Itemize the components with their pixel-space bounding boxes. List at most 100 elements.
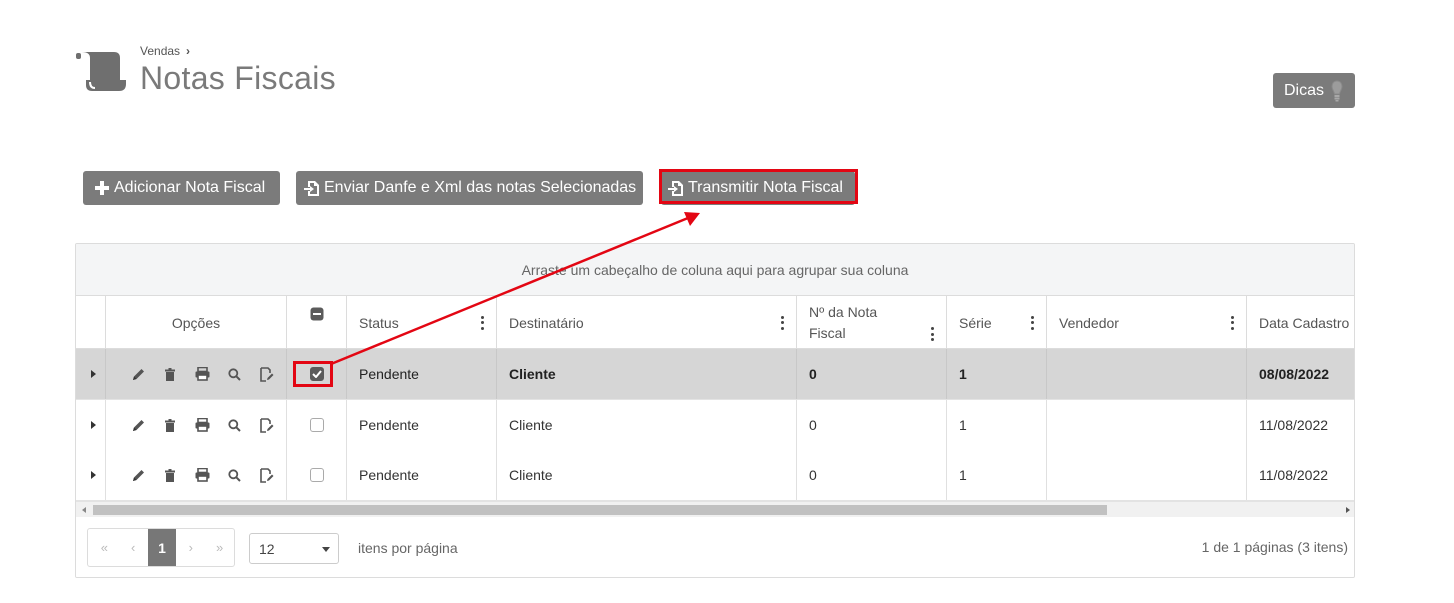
edit-document-icon[interactable]: [250, 467, 282, 483]
invoice-grid: Arraste um cabeçalho de coluna aqui para…: [75, 243, 1355, 578]
invoice-number-cell: 0: [797, 349, 947, 399]
column-menu-icon[interactable]: [930, 327, 934, 341]
header-invoice-number-line2: Fiscal: [809, 324, 846, 341]
edit-document-icon[interactable]: [250, 417, 282, 433]
page-size-select[interactable]: 12: [249, 533, 339, 564]
expand-icon[interactable]: [91, 421, 96, 429]
breadcrumb-separator: ›: [186, 44, 191, 58]
header-invoice-number[interactable]: Nº da Nota Fiscal: [797, 296, 947, 349]
header-recipient-label: Destinatário: [509, 314, 584, 331]
row-expand-cell[interactable]: [76, 450, 106, 500]
series-cell: 1: [947, 400, 1047, 450]
edit-document-icon[interactable]: [250, 366, 282, 382]
header-created-label: Data Cadastro: [1259, 314, 1350, 331]
row-checkbox[interactable]: [309, 418, 324, 432]
header-series[interactable]: Série: [947, 296, 1047, 349]
row-select-cell[interactable]: [287, 450, 347, 500]
created-cell: 08/08/2022: [1259, 366, 1330, 382]
print-icon[interactable]: [186, 367, 218, 381]
add-invoice-button[interactable]: Adicionar Nota Fiscal: [83, 171, 280, 205]
breadcrumb-item-vendas[interactable]: Vendas: [140, 44, 180, 58]
select-all-checkbox[interactable]: [310, 307, 324, 321]
status-cell: Pendente: [347, 349, 497, 399]
search-icon[interactable]: [218, 468, 250, 482]
column-menu-icon[interactable]: [480, 315, 484, 330]
header-status[interactable]: Status: [347, 296, 497, 349]
previous-page-button[interactable]: ‹: [119, 529, 148, 566]
expand-icon[interactable]: [91, 370, 96, 378]
recipient-cell: Cliente: [497, 349, 797, 399]
seller-cell: [1047, 400, 1247, 450]
header-select-all[interactable]: [287, 296, 347, 349]
header-created[interactable]: Data Cadastro: [1247, 296, 1354, 349]
trash-icon[interactable]: [154, 468, 186, 482]
add-invoice-label: Adicionar Nota Fiscal: [114, 179, 266, 196]
column-menu-icon[interactable]: [1030, 315, 1034, 330]
row-options-cell: [106, 400, 287, 450]
page-number-button[interactable]: 1: [147, 529, 177, 566]
scroll-icon: [76, 52, 126, 91]
page-title: Notas Fiscais: [140, 60, 336, 96]
grid-header: Opções Status Destinatário Nº da Nota Fi…: [76, 296, 1354, 349]
column-menu-icon[interactable]: [780, 315, 784, 330]
status-cell: Pendente: [347, 400, 497, 450]
row-expand-cell[interactable]: [76, 349, 106, 399]
scroll-right-icon[interactable]: [1346, 507, 1350, 513]
last-page-button[interactable]: »: [205, 529, 234, 566]
pencil-icon[interactable]: [122, 418, 154, 433]
header-seller-label: Vendedor: [1059, 314, 1119, 331]
table-row[interactable]: Pendente Cliente 0 1 11/08/2022: [76, 400, 1354, 451]
recipient-cell: Cliente: [497, 450, 797, 500]
row-expand-cell[interactable]: [76, 400, 106, 450]
chevron-down-icon: [322, 547, 330, 552]
send-danfe-xml-button[interactable]: Enviar Danfe e Xml das notas Selecionada…: [296, 171, 643, 205]
created-cell: 11/08/2022: [1259, 467, 1329, 483]
series-cell: 1: [947, 349, 1047, 399]
table-row[interactable]: Pendente Cliente 0 1 11/08/2022: [76, 450, 1354, 501]
send-danfe-xml-label: Enviar Danfe e Xml das notas Selecionada…: [324, 179, 637, 196]
print-icon[interactable]: [186, 418, 218, 432]
header-series-label: Série: [959, 314, 992, 331]
created-cell: 11/08/2022: [1259, 417, 1329, 433]
header-invoice-number-line1: Nº da Nota: [809, 303, 878, 320]
column-menu-icon[interactable]: [1230, 315, 1234, 330]
pager-bar: « ‹ 1 › » 12 itens por página 1 de 1 pág…: [76, 517, 1354, 577]
row-select-cell[interactable]: [287, 400, 347, 450]
expand-icon[interactable]: [91, 471, 96, 479]
series-cell: 1: [947, 450, 1047, 500]
row-options-cell: [106, 450, 287, 500]
header-recipient[interactable]: Destinatário: [497, 296, 797, 349]
scroll-left-icon[interactable]: [82, 507, 86, 513]
search-icon[interactable]: [218, 418, 250, 432]
pencil-icon[interactable]: [122, 468, 154, 483]
pencil-icon[interactable]: [122, 367, 154, 382]
print-icon[interactable]: [186, 468, 218, 482]
horizontal-scrollbar[interactable]: [76, 501, 1354, 517]
header-seller[interactable]: Vendedor: [1047, 296, 1247, 349]
file-export-icon: [304, 180, 319, 196]
search-icon[interactable]: [218, 367, 250, 381]
header-options: Opções: [106, 296, 287, 349]
table-row[interactable]: Pendente Cliente 0 1 08/08/2022: [76, 349, 1354, 400]
per-page-label: itens por página: [358, 540, 458, 556]
first-page-button[interactable]: «: [90, 529, 119, 566]
next-page-button[interactable]: ›: [176, 529, 205, 566]
scrollbar-thumb[interactable]: [93, 505, 1107, 515]
group-panel[interactable]: Arraste um cabeçalho de coluna aqui para…: [76, 244, 1354, 296]
row-checkbox[interactable]: [309, 468, 324, 482]
header-expand-col: [76, 296, 106, 349]
invoice-number-cell: 0: [797, 400, 947, 450]
seller-cell: [1047, 450, 1247, 500]
header-options-label: Opções: [171, 314, 221, 331]
tips-button-label: Dicas: [1284, 81, 1325, 99]
breadcrumb: Vendas ›: [140, 44, 190, 58]
file-export-icon: [668, 180, 683, 196]
transmit-invoice-button[interactable]: Transmitir Nota Fiscal: [661, 171, 855, 205]
tips-button[interactable]: Dicas: [1273, 73, 1355, 108]
status-cell: Pendente: [347, 450, 497, 500]
plus-icon: [95, 181, 109, 195]
group-panel-hint: Arraste um cabeçalho de coluna aqui para…: [521, 261, 909, 278]
trash-icon[interactable]: [154, 367, 186, 381]
trash-icon[interactable]: [154, 418, 186, 432]
header-status-label: Status: [359, 314, 399, 331]
